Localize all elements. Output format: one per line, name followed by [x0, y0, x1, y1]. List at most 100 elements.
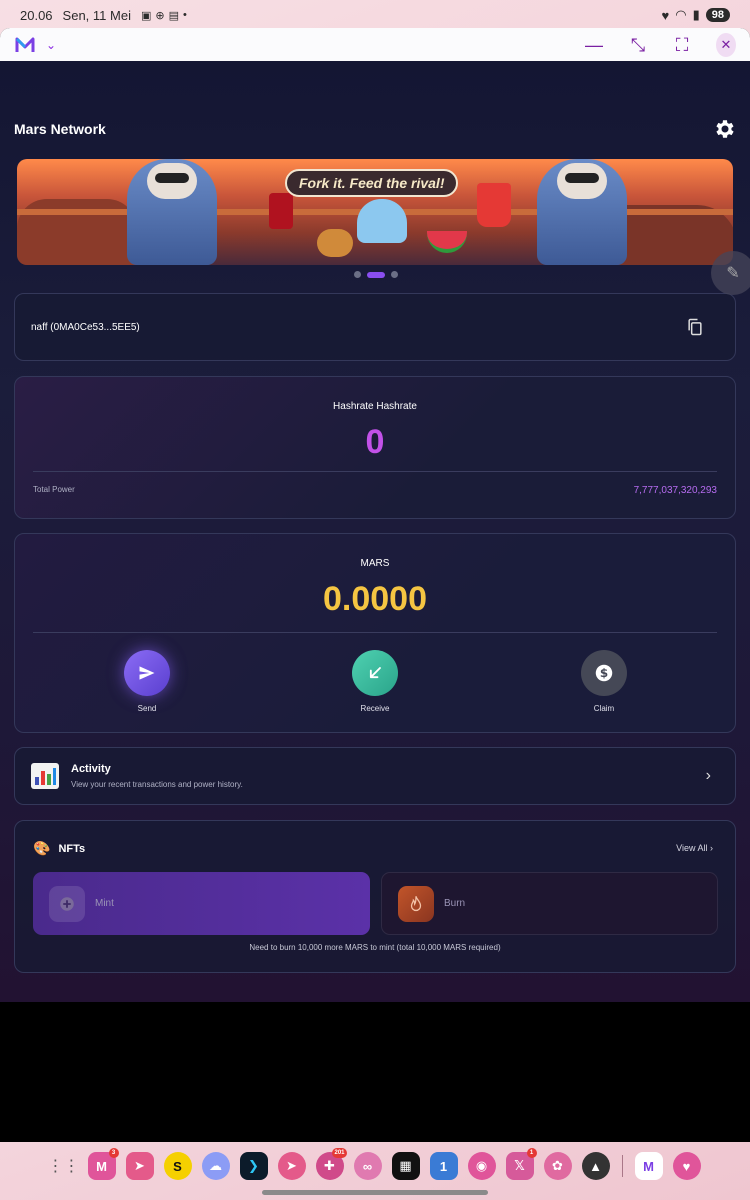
burger-image: [317, 229, 353, 257]
speech-icon[interactable]: ♥: [672, 1152, 701, 1180]
raccoon-astronaut-right: [537, 159, 627, 265]
mars-app-icon[interactable]: M3: [87, 1148, 119, 1180]
x-icon[interactable]: 𝕏1: [505, 1148, 537, 1180]
fries-image: [477, 183, 511, 227]
activity-subtitle: View your recent transactions and power …: [71, 780, 243, 789]
bar-chart-icon: [31, 763, 59, 789]
chevron-right-icon: ›: [710, 843, 713, 853]
notification-icons: ▣ ⊕ ▤ •: [141, 9, 187, 22]
status-bar: 20.06 Sen, 11 Mei ▣ ⊕ ▤ • ♥ ◠ ▮ 98: [0, 0, 750, 30]
hashrate-label: Hashrate Hashrate: [333, 401, 417, 412]
notification-badge: 1: [526, 1148, 537, 1158]
chevron-right-icon: ›: [705, 767, 711, 784]
wifi-icon: ◠: [675, 7, 687, 22]
activity-title: Activity: [71, 763, 111, 775]
battery-indicator: 98: [705, 8, 730, 22]
mint-requirement-note: Need to burn 10,000 more MARS to mint (t…: [249, 943, 501, 952]
close-icon[interactable]: ✕: [716, 32, 736, 57]
claim-label: Claim: [593, 704, 615, 713]
arrow-app-icon[interactable]: ❯: [239, 1152, 268, 1180]
infinity-icon[interactable]: ∞: [353, 1152, 382, 1180]
pagination-dot[interactable]: [391, 271, 398, 278]
wallet-address: naff (0MA0Ce53...5EE5): [31, 321, 140, 333]
send-button[interactable]: Send: [107, 650, 187, 713]
view-all-label: View All: [676, 843, 708, 853]
notification-badge: 201: [332, 1148, 347, 1158]
soda-image: [269, 193, 293, 229]
svg-text:$: $: [600, 666, 608, 680]
receive-button[interactable]: Receive: [335, 650, 415, 713]
divider: [33, 471, 717, 472]
okx-icon[interactable]: ▦: [391, 1152, 420, 1180]
total-power-value: 7,777,037,320,293: [633, 485, 717, 496]
discord-icon[interactable]: ◉: [467, 1152, 496, 1180]
dot-icon: •: [183, 9, 187, 21]
message-icon[interactable]: ✚ 201: [315, 1148, 347, 1180]
receive-arrow-icon: [352, 650, 398, 696]
dollar-icon: $: [581, 650, 627, 696]
minimize-icon[interactable]: —: [584, 36, 604, 54]
telegram-icon[interactable]: ➤: [125, 1152, 154, 1180]
wallet-card: naff (0MA0Ce53...5EE5): [14, 293, 736, 361]
telegram-alt-icon[interactable]: ➤: [277, 1152, 306, 1180]
banner-caption: Fork it. Feed the rival!: [285, 169, 459, 197]
window-titlebar: ⌄ — ⤡ ⛶ ✕: [0, 28, 750, 61]
signal-icon: ▮: [692, 7, 700, 22]
screenshot-icon: ▣: [140, 9, 152, 22]
app-drawer-icon[interactable]: ⋮⋮: [48, 1152, 80, 1180]
app-logo-icon[interactable]: [14, 34, 36, 56]
openai-icon[interactable]: ✿: [543, 1152, 572, 1180]
activity-card[interactable]: Activity View your recent transactions a…: [14, 747, 736, 805]
mars-balance-card: MARS 0.0000 Send Receive $ Claim: [14, 533, 736, 733]
fire-icon: [398, 885, 434, 922]
raccoon-astronaut-left: [127, 159, 217, 265]
chevron-down-icon[interactable]: ⌄: [46, 38, 56, 52]
receive-label: Receive: [360, 704, 390, 713]
cupcake-image: [357, 199, 407, 243]
page-title: Mars Network: [14, 121, 106, 137]
nfts-card: 🎨 NFTs View All › Mint Burn Need to burn…: [14, 820, 736, 973]
edit-icon[interactable]: ✎: [711, 251, 750, 295]
mars-balance: 0.0000: [323, 580, 427, 618]
home-indicator[interactable]: [262, 1190, 488, 1195]
media-icon: ▤: [168, 9, 179, 22]
burn-label: Burn: [444, 898, 466, 909]
send-icon: [124, 650, 170, 696]
dock-separator: [621, 1155, 623, 1177]
restore-icon[interactable]: ⤡: [628, 36, 648, 54]
pagination-dot-active[interactable]: [367, 271, 385, 278]
banner-pagination: [354, 271, 398, 278]
one-app-icon[interactable]: 1: [429, 1152, 458, 1180]
claim-button[interactable]: $ Claim: [564, 650, 644, 713]
copy-icon[interactable]: [685, 317, 705, 337]
app-content: Mars Network Fork it. Feed the rival! na…: [0, 61, 750, 1002]
mint-button[interactable]: Mint: [33, 872, 370, 935]
app-header: Mars Network: [14, 115, 736, 143]
heart-icon: ♥: [661, 7, 670, 23]
mint-label: Mint: [95, 898, 114, 909]
send-label: Send: [137, 704, 157, 713]
s-app-icon[interactable]: S: [163, 1152, 192, 1180]
promo-banner[interactable]: Fork it. Feed the rival!: [17, 159, 733, 265]
app-window: ⌄ — ⤡ ⛶ ✕ Mars Network Fork it. Feed the…: [0, 28, 750, 1142]
plus-icon: [49, 885, 85, 922]
app-dock: ⋮⋮ M3 ➤ S ☁ ❯ ➤ ✚ 201 ∞ ▦ 1 ◉ 𝕏1 ✿ ▲ M ♥: [0, 1148, 750, 1184]
view-all-link[interactable]: View All ›: [676, 843, 713, 853]
gear-icon[interactable]: [712, 117, 736, 141]
watermelon-image: [427, 231, 467, 253]
nfts-title: NFTs: [58, 842, 86, 855]
divider: [33, 632, 717, 633]
mars-recent-icon[interactable]: M: [634, 1152, 663, 1180]
mars-label: MARS: [360, 558, 390, 569]
burn-button[interactable]: Burn: [381, 872, 718, 935]
chat-bubble-icon[interactable]: ☁: [201, 1152, 230, 1180]
pagination-dot[interactable]: [354, 271, 361, 278]
triangle-app-icon[interactable]: ▲: [581, 1152, 610, 1180]
add-circle-icon: ⊕: [155, 9, 165, 22]
notification-badge: 3: [108, 1148, 119, 1158]
total-power-label: Total Power: [33, 485, 75, 494]
fullscreen-icon[interactable]: ⛶: [672, 36, 692, 54]
hashrate-card: Hashrate Hashrate 0 Total Power 7,777,03…: [14, 376, 736, 519]
status-date: Sen, 11 Mei: [62, 7, 131, 23]
hashrate-value: 0: [365, 423, 385, 461]
